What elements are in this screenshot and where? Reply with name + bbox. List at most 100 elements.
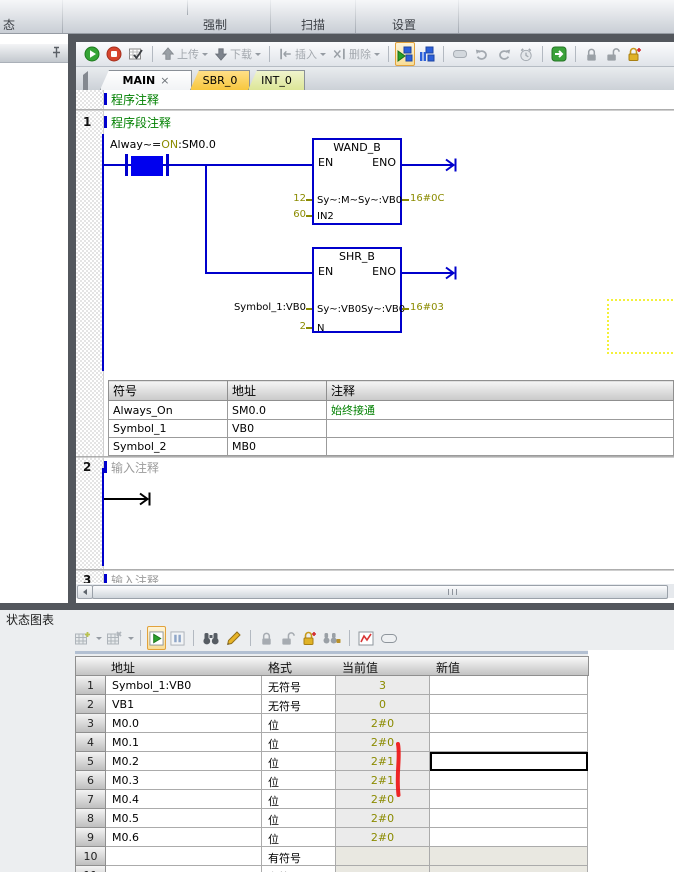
- new-value-cell[interactable]: [430, 714, 588, 733]
- row-header[interactable]: 4: [75, 733, 106, 752]
- address-cell[interactable]: M0.2: [106, 752, 262, 771]
- address-cell[interactable]: M0.6: [106, 828, 262, 847]
- new-value-cell[interactable]: [430, 771, 588, 790]
- program-status-pause-button[interactable]: [417, 44, 437, 64]
- pin-icon[interactable]: [50, 46, 63, 59]
- new-value-cell[interactable]: [430, 695, 588, 714]
- chevron-down-icon[interactable]: [255, 53, 261, 56]
- format-cell[interactable]: 无符号: [262, 695, 336, 714]
- format-cell[interactable]: 位: [262, 828, 336, 847]
- row-header[interactable]: 2: [75, 695, 106, 714]
- new-value-cell[interactable]: [430, 733, 588, 752]
- row-header[interactable]: 7: [75, 790, 106, 809]
- selected-new-value-cell[interactable]: [430, 752, 588, 771]
- format-cell[interactable]: 位: [262, 771, 336, 790]
- compile-icon[interactable]: [126, 44, 146, 64]
- shr-b-block[interactable]: SHR_B EN ENO Sy~:VB0 Sy~:VB0 N: [312, 247, 402, 333]
- lock-add-icon[interactable]: [624, 44, 644, 64]
- format-cell[interactable]: 位: [262, 809, 336, 828]
- upload-button[interactable]: 上传: [159, 44, 210, 64]
- read-forced-binoculars-icon[interactable]: [321, 628, 343, 648]
- new-value-cell[interactable]: [430, 847, 588, 866]
- network1-comment[interactable]: 程序段注释: [111, 114, 171, 131]
- chart-status-on-button[interactable]: [147, 626, 166, 650]
- new-value-cell[interactable]: [430, 809, 588, 828]
- toggle-capsule-icon[interactable]: [378, 628, 400, 648]
- row-header[interactable]: 3: [75, 714, 106, 733]
- write-pencil-icon[interactable]: [224, 628, 244, 648]
- address-cell[interactable]: M0.4: [106, 790, 262, 809]
- format-cell[interactable]: 有符号: [262, 847, 336, 866]
- lock-icon[interactable]: [582, 44, 601, 64]
- address-cell[interactable]: M0.5: [106, 809, 262, 828]
- undo-icon[interactable]: [472, 44, 492, 64]
- format-cell[interactable]: 位: [262, 790, 336, 809]
- scrollbar-thumb[interactable]: [92, 585, 668, 599]
- network3-comment[interactable]: 输入注释: [111, 572, 159, 583]
- row-header[interactable]: 10: [75, 847, 106, 866]
- tab-close-icon[interactable]: ×: [160, 74, 169, 87]
- unlock-icon[interactable]: [603, 44, 622, 64]
- force-lock-icon[interactable]: [257, 628, 276, 648]
- redo-icon[interactable]: [494, 44, 514, 64]
- new-value-cell[interactable]: [430, 866, 588, 872]
- insert-row-icon[interactable]: [72, 628, 93, 648]
- address-cell[interactable]: Symbol_1:VB0: [106, 676, 262, 695]
- address-cell[interactable]: M0.0: [106, 714, 262, 733]
- unforce-lock-icon[interactable]: [278, 628, 297, 648]
- insert-button[interactable]: 插入: [276, 44, 328, 64]
- program-comment[interactable]: 程序注释: [111, 91, 159, 108]
- chevron-down-icon[interactable]: [128, 637, 134, 640]
- stop-button[interactable]: [104, 44, 124, 64]
- trend-view-icon[interactable]: [356, 628, 376, 648]
- ribbon-separator: [187, 0, 188, 15]
- row-header[interactable]: 8: [75, 809, 106, 828]
- goto-next-icon[interactable]: [549, 44, 569, 64]
- new-value-cell[interactable]: [430, 790, 588, 809]
- horizontal-scrollbar[interactable]: [76, 583, 674, 598]
- chevron-down-icon[interactable]: [96, 637, 102, 640]
- editor-tab-bar: MAIN × SBR_0 INT_0: [76, 67, 674, 91]
- format-cell[interactable]: 位: [262, 752, 336, 771]
- scroll-left-arrow[interactable]: [77, 585, 93, 599]
- row-header[interactable]: 1: [75, 676, 106, 695]
- chevron-down-icon[interactable]: [374, 53, 380, 56]
- program-status-on-button[interactable]: [395, 42, 415, 66]
- new-value-cell[interactable]: [430, 828, 588, 847]
- chevron-down-icon[interactable]: [202, 53, 208, 56]
- address-cell[interactable]: [106, 847, 262, 866]
- wand-b-block[interactable]: WAND_B EN ENO Sy~:M~ Sy~:VB0 IN2: [312, 138, 402, 225]
- tab-main[interactable]: MAIN ×: [100, 70, 192, 90]
- tab-int0[interactable]: INT_0: [248, 70, 305, 90]
- block-en-pin: EN: [318, 156, 333, 169]
- symbol-cell: Symbol_2: [109, 438, 228, 456]
- format-cell[interactable]: 有符号: [262, 866, 336, 872]
- address-cell[interactable]: M0.3: [106, 771, 262, 790]
- box-tool-icon[interactable]: [450, 44, 470, 64]
- delete-row-icon[interactable]: [104, 628, 125, 648]
- run-button[interactable]: [82, 44, 102, 64]
- format-cell[interactable]: 无符号: [262, 676, 336, 695]
- panel-splitter[interactable]: [0, 603, 674, 610]
- ladder-editor-canvas[interactable]: 程序注释 1 程序段注释 Alway~=ON:SM0.0 WAND_B EN E…: [76, 90, 674, 583]
- row-header[interactable]: 11: [75, 866, 106, 872]
- rung-end-arrow-icon: [444, 157, 460, 173]
- network2-comment[interactable]: 输入注释: [111, 459, 159, 476]
- chevron-down-icon[interactable]: [320, 53, 326, 56]
- clock-icon[interactable]: [516, 44, 536, 64]
- row-header[interactable]: 5: [75, 752, 106, 771]
- address-cell[interactable]: VB1: [106, 695, 262, 714]
- force-add-lock-icon[interactable]: [299, 628, 319, 648]
- format-cell[interactable]: 位: [262, 714, 336, 733]
- row-header[interactable]: 6: [75, 771, 106, 790]
- new-value-cell[interactable]: [430, 676, 588, 695]
- download-button[interactable]: 下载: [212, 44, 263, 64]
- address-cell[interactable]: [106, 866, 262, 872]
- tab-sbr0[interactable]: SBR_0: [190, 70, 250, 90]
- chart-status-pause-button[interactable]: [168, 628, 187, 648]
- delete-button[interactable]: 删除: [330, 44, 382, 64]
- read-binoculars-icon[interactable]: [200, 628, 222, 648]
- address-cell[interactable]: M0.1: [106, 733, 262, 752]
- format-cell[interactable]: 位: [262, 733, 336, 752]
- row-header[interactable]: 9: [75, 828, 106, 847]
